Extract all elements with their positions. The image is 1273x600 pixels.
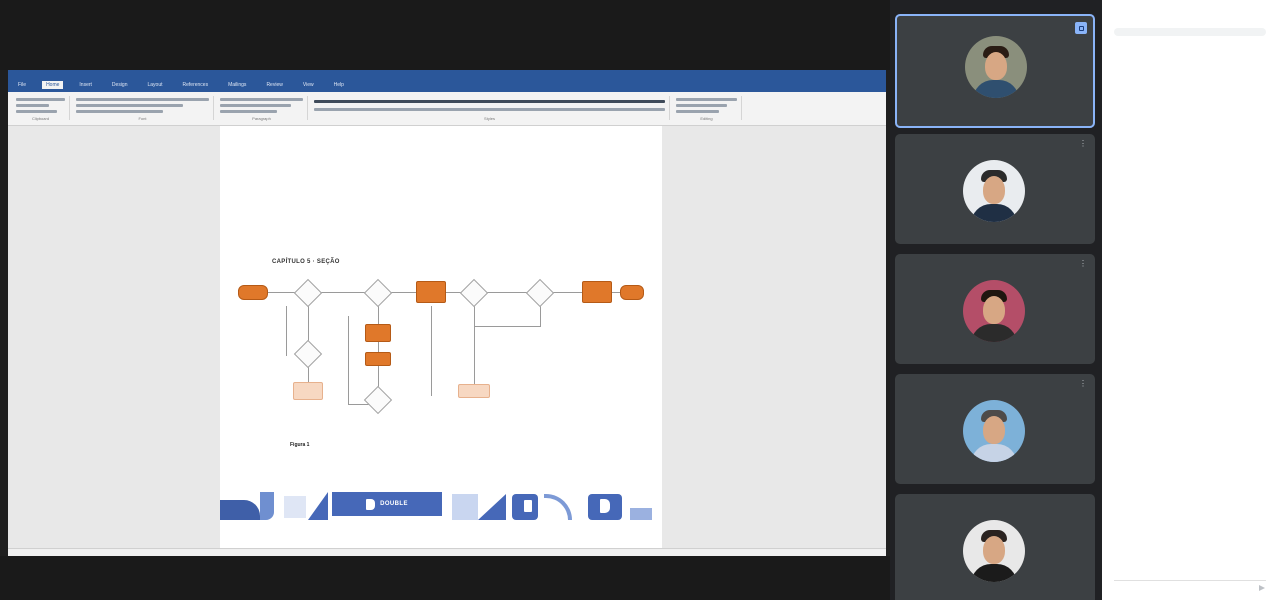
document-logo-icon (366, 498, 376, 510)
avatar (963, 400, 1025, 462)
banner-logo: DOUBLE (332, 492, 442, 516)
document-canvas[interactable]: CAPÍTULO 5 · SEÇÃO Figura 1 DOUBLE (8, 126, 886, 548)
document-page[interactable]: CAPÍTULO 5 · SEÇÃO Figura 1 DOUBLE (220, 126, 662, 548)
word-titlebar (8, 70, 886, 78)
banner-shape (600, 499, 610, 513)
flow-decision (518, 278, 562, 308)
flow-connector (348, 316, 349, 404)
send-icon[interactable] (1258, 584, 1266, 592)
chat-sender (1117, 104, 1267, 109)
participant-grid: ⋮ ⋮ ⋮ (890, 0, 1102, 600)
share-letterbox-bottom (0, 556, 890, 600)
flow-start-node (238, 285, 268, 300)
participant-tile-5[interactable] (895, 494, 1095, 600)
participant-tile-3[interactable]: ⋮ (895, 254, 1095, 364)
menu-view[interactable]: View (299, 81, 318, 89)
flow-process-node (365, 324, 391, 342)
menu-insert[interactable]: Insert (75, 81, 96, 89)
flow-process-node (416, 281, 446, 303)
banner-shape (630, 508, 652, 520)
flow-connector (431, 306, 432, 396)
ribbon-group-label: Editing (700, 116, 713, 121)
banner-shape (478, 494, 506, 520)
banner-shape (220, 500, 260, 520)
flow-decision (286, 278, 330, 308)
flow-process-node (365, 352, 391, 366)
banner-shape (308, 492, 328, 520)
flow-connector (540, 306, 541, 326)
menu-layout[interactable]: Layout (144, 81, 167, 89)
avatar (963, 520, 1025, 582)
flow-decision (286, 339, 330, 369)
flow-decision (356, 278, 400, 308)
page-footer-banner: DOUBLE (220, 486, 662, 548)
word-status-bar (8, 548, 886, 556)
participant-tile-4[interactable]: ⋮ (895, 374, 1095, 484)
menu-help[interactable]: Help (330, 81, 348, 89)
chat-message (1117, 104, 1267, 112)
more-options-icon[interactable]: ⋮ (1079, 140, 1087, 148)
participant-tile-2[interactable]: ⋮ (895, 134, 1095, 244)
chat-panel (1102, 0, 1273, 600)
chat-sender (1117, 68, 1267, 73)
avatar (963, 280, 1025, 342)
banner-shape (452, 494, 478, 520)
flow-end-node (620, 285, 644, 300)
flow-connector (474, 326, 541, 327)
flow-decision (452, 278, 496, 308)
more-options-icon[interactable]: ⋮ (1079, 380, 1087, 388)
meeting-window: File Home Insert Design Layout Reference… (0, 0, 1273, 600)
avatar (965, 36, 1027, 98)
flow-connector (378, 306, 379, 396)
banner-shape (260, 492, 274, 520)
chat-info-note (1114, 28, 1266, 36)
menu-home[interactable]: Home (42, 81, 64, 89)
ribbon-group-label: Clipboard (31, 116, 50, 121)
figure-caption-label: Figura 1 (290, 442, 310, 448)
pin-icon[interactable] (1075, 22, 1087, 34)
word-menu-bar: File Home Insert Design Layout Reference… (8, 78, 886, 92)
banner-shape (524, 500, 532, 512)
share-letterbox-top (0, 0, 890, 70)
menu-references[interactable]: References (179, 81, 213, 89)
word-window: File Home Insert Design Layout Reference… (8, 70, 886, 556)
ribbon-group-styles[interactable]: Styles (310, 96, 670, 121)
chat-message (1117, 68, 1267, 76)
participant-tile-1[interactable] (895, 14, 1095, 128)
menu-design[interactable]: Design (108, 81, 132, 89)
flow-decision (356, 385, 400, 415)
menu-file[interactable]: File (14, 81, 30, 89)
flow-process-node (582, 281, 612, 303)
flow-connector (474, 306, 475, 386)
chapter-heading: CAPÍTULO 5 · SEÇÃO (272, 259, 340, 265)
ribbon-group-font[interactable]: Font (72, 96, 214, 121)
menu-review[interactable]: Review (262, 81, 286, 89)
banner-shape (284, 496, 306, 518)
menu-mailings[interactable]: Mailings (224, 81, 250, 89)
flow-terminal-node (293, 382, 323, 400)
ribbon-group-editing[interactable]: Editing (672, 96, 742, 121)
word-ribbon: Clipboard Font Paragraph Styles Editing (8, 92, 886, 126)
banner-logo-text: DOUBLE (380, 501, 408, 507)
banner-shape (544, 494, 572, 520)
ribbon-group-label: Styles (484, 116, 495, 121)
chat-compose (1114, 580, 1266, 594)
ribbon-group-clipboard[interactable]: Clipboard (12, 96, 70, 121)
ribbon-group-label: Paragraph (252, 116, 271, 121)
flow-terminal-node (458, 384, 490, 398)
ribbon-group-paragraph[interactable]: Paragraph (216, 96, 308, 121)
screen-share-view: File Home Insert Design Layout Reference… (0, 0, 890, 600)
avatar (963, 160, 1025, 222)
more-options-icon[interactable]: ⋮ (1079, 260, 1087, 268)
flowchart-figure (220, 276, 662, 436)
ribbon-group-label: Font (138, 116, 147, 121)
figure-caption: Figura 1 (290, 442, 309, 448)
